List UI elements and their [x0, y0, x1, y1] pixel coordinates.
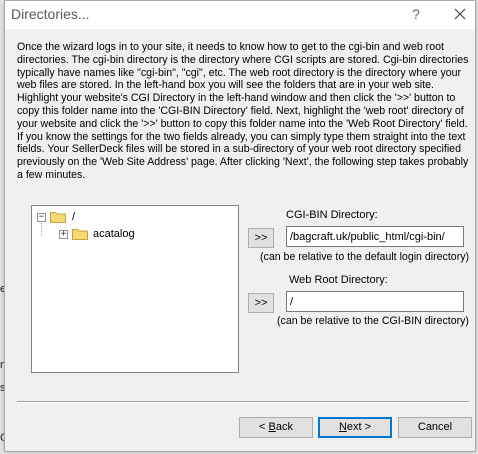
web-root-directory-field[interactable]: [286, 291, 464, 312]
next-button-mnemonic: N: [338, 421, 347, 433]
directories-dialog: Directories... ? Once the wizard logs in…: [4, 0, 476, 452]
close-icon: [454, 8, 466, 20]
cancel-button[interactable]: Cancel: [398, 417, 472, 438]
title-bar[interactable]: Directories... ?: [5, 1, 475, 29]
next-button-label: ext >: [346, 421, 372, 433]
tree-item-root[interactable]: − /: [37, 209, 75, 225]
cgi-bin-directory-field[interactable]: [286, 226, 464, 247]
copy-to-cgi-bin-button[interactable]: >>: [248, 228, 274, 248]
back-button-prefix: <: [259, 421, 269, 433]
back-button[interactable]: < Back: [239, 417, 313, 438]
next-button[interactable]: Next >: [318, 417, 392, 438]
instructions-text: Once the wizard logs in to your site, it…: [17, 41, 469, 181]
tree-item-label: /: [72, 211, 76, 223]
separator: [17, 401, 469, 403]
help-button[interactable]: ?: [405, 3, 427, 25]
tree-item-acatalog[interactable]: + acatalog: [59, 226, 135, 242]
web-root-hint: (can be relative to the CGI-BIN director…: [277, 315, 469, 327]
dialog-title: Directories...: [11, 6, 90, 22]
folder-open-icon: [50, 211, 66, 223]
collapse-icon[interactable]: −: [37, 212, 46, 222]
web-root-label: Web Root Directory:: [289, 274, 388, 286]
back-button-label: ack: [275, 421, 293, 433]
folder-tree[interactable]: − / + acatalog: [31, 205, 239, 373]
tree-item-label: acatalog: [93, 228, 135, 240]
copy-to-web-root-button[interactable]: >>: [248, 293, 274, 313]
folder-icon: [72, 228, 88, 240]
back-button-mnemonic: B: [268, 421, 276, 433]
close-button[interactable]: [447, 3, 473, 25]
cgi-bin-hint: (can be relative to the default login di…: [260, 251, 470, 263]
expand-icon[interactable]: +: [59, 229, 68, 239]
cgi-bin-label: CGI-BIN Directory:: [286, 209, 378, 221]
